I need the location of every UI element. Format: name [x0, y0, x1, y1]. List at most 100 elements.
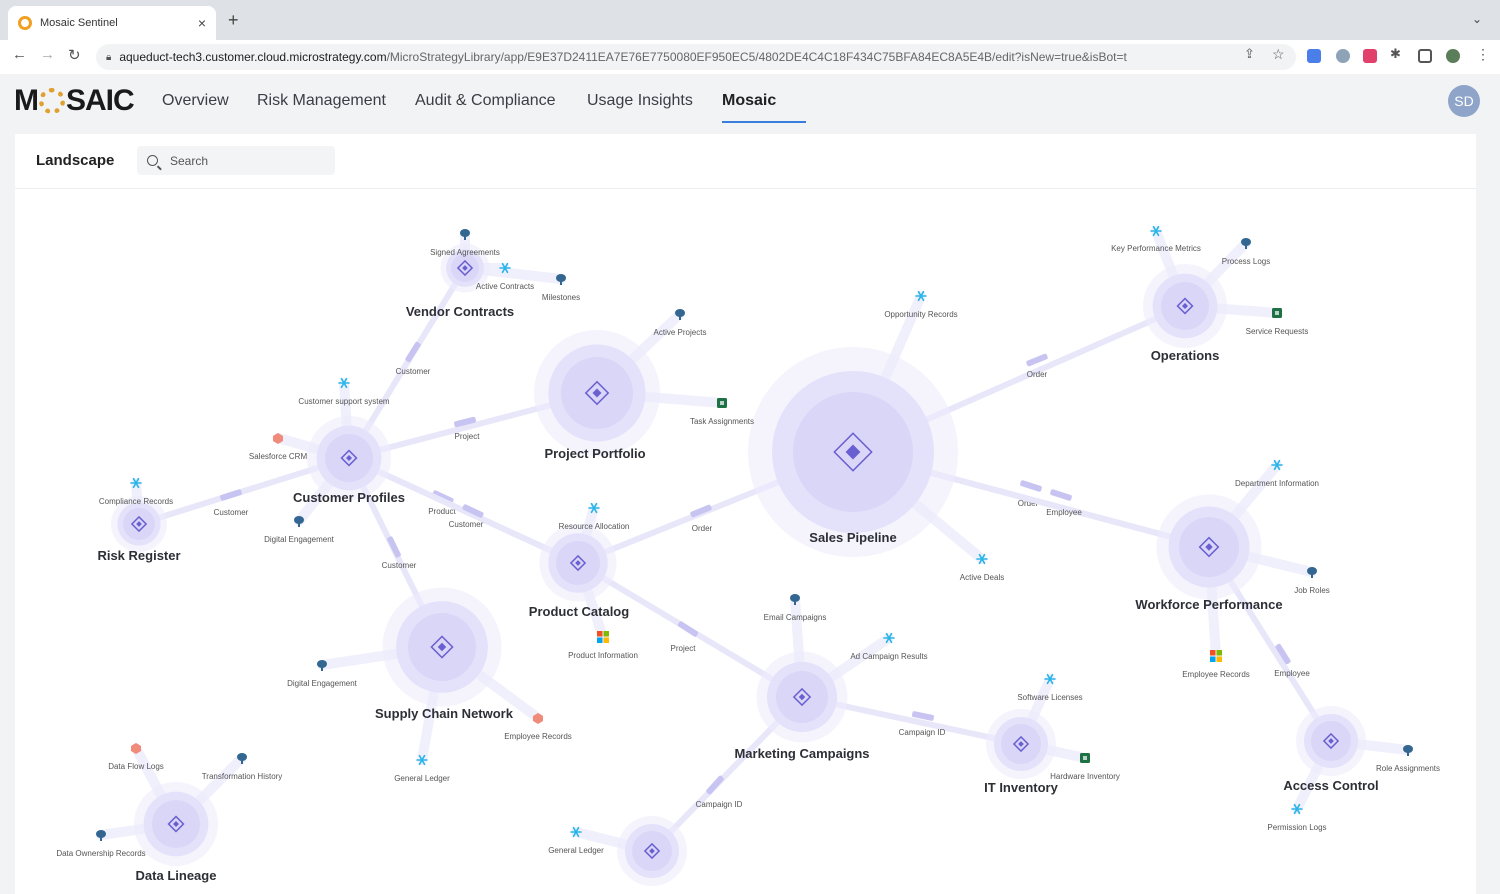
landscape-panel: Landscape CustomerProjectCustomerProduct…: [15, 134, 1476, 894]
node-label: Data Lineage: [136, 868, 217, 883]
more-menu-icon[interactable]: ⋮: [1476, 46, 1490, 63]
node-project-portfolio[interactable]: Project Portfolio: [534, 330, 660, 461]
nav-overview[interactable]: Overview: [162, 92, 229, 110]
source-permission-logs[interactable]: Permission Logs: [1267, 803, 1327, 832]
source-label: Software Licenses: [1017, 693, 1082, 702]
browser-tab[interactable]: Mosaic Sentinel ×: [8, 6, 216, 40]
edge-relationship-marker[interactable]: [1020, 480, 1043, 493]
back-arrow-icon[interactable]: ←: [12, 46, 27, 63]
profile-icon[interactable]: [1446, 49, 1460, 63]
reload-icon[interactable]: ↻: [68, 46, 81, 64]
nav-risk-management[interactable]: Risk Management: [257, 92, 386, 110]
source-department-information[interactable]: Department Information: [1235, 459, 1319, 488]
edge-relationship-marker[interactable]: [677, 620, 699, 637]
source-label: General Ledger: [394, 774, 450, 783]
edge-relationship-marker[interactable]: [705, 775, 724, 795]
puzzle-extensions-icon[interactable]: ✱: [1390, 46, 1401, 62]
source-digital-engagement[interactable]: Digital Engagement: [264, 516, 335, 544]
node-label: Product Catalog: [529, 604, 629, 619]
node-sales-pipeline[interactable]: Sales Pipeline: [748, 347, 958, 557]
edge-label: Employee: [1274, 669, 1310, 678]
node-label: Vendor Contracts: [406, 304, 514, 319]
tab-favicon-icon: [18, 16, 32, 30]
edge-relationship-marker[interactable]: [220, 489, 243, 502]
source-label: Role Assignments: [1376, 764, 1440, 773]
source-label: Milestones: [542, 293, 580, 302]
source-general-ledger[interactable]: General Ledger: [394, 754, 450, 783]
tab-search-chevron-icon[interactable]: ⌄: [1472, 12, 1482, 26]
source-label: Data Flow Logs: [108, 762, 164, 771]
edge-relationship-marker[interactable]: [405, 341, 422, 363]
share-icon[interactable]: ⇪: [1244, 46, 1255, 62]
sun-logo-icon: [39, 88, 65, 114]
node-risk-register[interactable]: Risk Register: [97, 496, 181, 563]
landscape-graph[interactable]: CustomerProjectCustomer ProductCustomerCu…: [15, 134, 1476, 894]
source-process-logs[interactable]: Process Logs: [1222, 238, 1270, 266]
edge-label: Customer: [214, 508, 249, 517]
source-label: Active Projects: [654, 328, 707, 337]
lock-icon: 🔒︎: [106, 51, 112, 63]
source-label: Transformation History: [202, 772, 283, 781]
source-label: Task Assignments: [690, 417, 754, 426]
source-active-projects[interactable]: Active Projects: [654, 309, 707, 337]
node-workforce-performance[interactable]: Workforce Performance: [1135, 494, 1283, 613]
forward-arrow-icon[interactable]: →: [40, 46, 55, 63]
source-transformation-history[interactable]: Transformation History: [202, 753, 283, 781]
node-unnamed[interactable]: [617, 816, 687, 886]
nav-mosaic[interactable]: Mosaic: [722, 92, 776, 110]
node-label: Workforce Performance: [1135, 597, 1282, 612]
node-it-inventory[interactable]: IT Inventory: [984, 709, 1059, 795]
extension-icon[interactable]: [1336, 49, 1350, 63]
node-product-catalog[interactable]: Product Catalog: [529, 524, 629, 620]
source-label: Job Roles: [1294, 586, 1330, 595]
node-operations[interactable]: Operations: [1143, 264, 1227, 363]
address-bar[interactable]: 🔒︎ aqueduct-tech3.customer.cloud.microst…: [96, 44, 1296, 70]
source-label: Salesforce CRM: [249, 452, 308, 461]
tab-close-icon[interactable]: ×: [198, 15, 206, 31]
source-employee-records[interactable]: Employee Records: [504, 713, 572, 741]
source-label: Permission Logs: [1267, 823, 1326, 832]
source-label: Active Deals: [960, 573, 1004, 582]
postgres-icon: [1307, 567, 1317, 578]
source-label: Email Campaigns: [764, 613, 827, 622]
source-label: Department Information: [1235, 479, 1319, 488]
nav-usage-insights[interactable]: Usage Insights: [587, 92, 693, 110]
source-label: Customer support system: [298, 397, 389, 406]
node-supply-chain-network[interactable]: Supply Chain Network: [375, 587, 514, 722]
source-label: Opportunity Records: [884, 310, 957, 319]
source-ad-campaign-results[interactable]: Ad Campaign Results: [850, 632, 928, 661]
source-active-deals[interactable]: Active Deals: [960, 553, 1004, 582]
postgres-icon: [294, 516, 304, 527]
url-text: aqueduct-tech3.customer.cloud.microstrat…: [119, 50, 1127, 64]
side-panel-icon[interactable]: [1418, 49, 1432, 63]
source-label: Service Requests: [1246, 327, 1309, 336]
edge-label: Order: [1027, 370, 1048, 379]
nav-audit-compliance[interactable]: Audit & Compliance: [415, 92, 556, 110]
node-label: Supply Chain Network: [375, 706, 514, 721]
source-label: Compliance Records: [99, 497, 173, 506]
edge-label: Customer: [382, 561, 417, 570]
active-nav-underline: [722, 121, 806, 123]
browser-tab-bar: Mosaic Sentinel × + ⌄: [0, 0, 1500, 40]
excel-icon: [1080, 753, 1090, 763]
edge-label: Campaign ID: [899, 728, 946, 737]
node-customer-profiles[interactable]: Customer Profiles: [293, 416, 405, 505]
node-data-lineage[interactable]: Data Lineage: [134, 782, 218, 883]
tab-title: Mosaic Sentinel: [40, 17, 118, 29]
source-label: Employee Records: [1182, 670, 1250, 679]
translate-extension-icon[interactable]: [1307, 49, 1321, 63]
user-avatar[interactable]: SD: [1448, 85, 1480, 117]
source-label: Key Performance Metrics: [1111, 244, 1201, 253]
source-label: Resource Allocation: [559, 522, 630, 531]
source-label: Active Contracts: [476, 282, 534, 291]
browser-toolbar: ← → ↻ 🔒︎ aqueduct-tech3.customer.cloud.m…: [0, 40, 1500, 75]
source-label: Ad Campaign Results: [850, 652, 927, 661]
node-access-control[interactable]: Access Control: [1283, 706, 1379, 793]
bookmark-star-icon[interactable]: ☆: [1272, 46, 1285, 63]
edge-label: Order: [692, 524, 713, 533]
edge-relationship-marker[interactable]: [1050, 489, 1073, 502]
new-tab-button[interactable]: +: [228, 10, 239, 31]
source-label: Data Ownership Records: [56, 849, 145, 858]
node-label: Access Control: [1283, 778, 1378, 793]
extension-icon[interactable]: [1363, 49, 1377, 63]
